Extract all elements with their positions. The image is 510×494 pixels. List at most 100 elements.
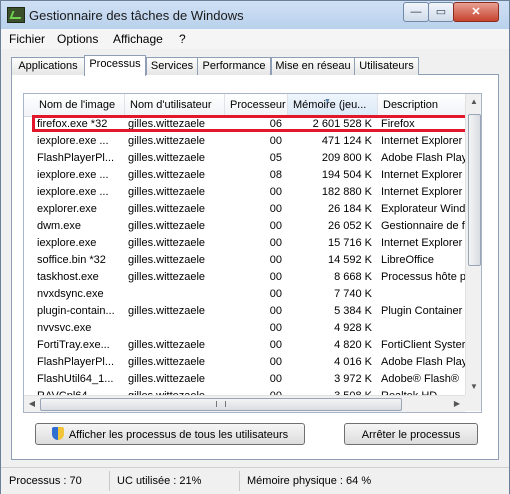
title-bar[interactable]: Gestionnaire des tâches de Windows — ▭ ✕	[1, 1, 509, 30]
cell-memory: 182 880 K	[321, 186, 372, 198]
cell-image-name: FlashUtil64_1...	[37, 373, 114, 385]
process-row[interactable]: nvxdsync.exe 00 7 740 K	[24, 286, 465, 303]
cell-user-name: gilles.wittezaele	[128, 356, 206, 368]
cell-cpu: 00	[269, 237, 282, 249]
cell-description: Internet Explorer	[381, 186, 463, 198]
status-separator	[109, 471, 110, 491]
cell-cpu: 00	[269, 186, 282, 198]
vertical-scrollbar[interactable]: ▲ ▼	[465, 94, 481, 395]
maximize-button[interactable]: ▭	[428, 2, 454, 22]
cell-user-name: gilles.wittezaele	[128, 169, 206, 181]
process-row[interactable]: nvvsvc.exe 00 4 928 K	[24, 320, 465, 337]
uac-shield-icon	[51, 427, 64, 440]
cell-memory: 194 504 K	[321, 169, 372, 181]
scroll-up-icon[interactable]: ▲	[466, 97, 481, 106]
cell-cpu: 00	[269, 288, 282, 300]
process-row[interactable]: iexplore.exe ... gilles.wittezaele 00 182 8…	[24, 184, 465, 201]
cell-user-name: gilles.wittezaele	[128, 254, 206, 266]
cell-memory: 209 800 K	[321, 152, 372, 164]
process-row[interactable]: FlashPlayerPl... gilles.wittezaele 00 4 016…	[24, 354, 465, 371]
process-list[interactable]: Nom de l'image Nom d'utilisateur Process…	[23, 93, 482, 413]
menu-affichage[interactable]: Affichage	[113, 32, 163, 46]
cell-description: Adobe® Flash®	[381, 373, 459, 385]
minimize-icon: —	[410, 6, 422, 18]
menu-options[interactable]: Options	[57, 32, 98, 46]
cell-image-name: FlashPlayerPl...	[37, 152, 115, 164]
scroll-left-icon[interactable]: ◀	[24, 399, 40, 408]
cell-memory: 14 592 K	[327, 254, 372, 266]
sort-arrow-icon: ▼	[324, 98, 331, 105]
cell-memory: 4 016 K	[334, 356, 372, 368]
cell-image-name: iexplore.exe ...	[37, 186, 109, 198]
tab-network[interactable]: Mise en réseau	[271, 57, 355, 75]
cell-user-name: gilles.wittezaele	[128, 373, 206, 385]
cell-user-name: gilles.wittezaele	[128, 152, 206, 164]
show-all-processes-button[interactable]: Afficher les processus de tous les utili…	[35, 423, 305, 445]
cell-cpu: 00	[269, 339, 282, 351]
process-row[interactable]: taskhost.exe gilles.wittezaele 00 8 668 K Pr…	[24, 269, 465, 286]
cell-image-name: dwm.exe	[37, 220, 82, 232]
minimize-button[interactable]: —	[403, 2, 429, 22]
process-row[interactable]: dwm.exe gilles.wittezaele 00 26 052 K Gestio…	[24, 218, 465, 235]
process-row[interactable]: plugin-contain... gilles.wittezaele 00 5 38…	[24, 303, 465, 320]
end-process-button[interactable]: Arrêter le processus	[344, 423, 478, 445]
tab-processus[interactable]: Processus	[84, 55, 146, 76]
process-row[interactable]: explorer.exe gilles.wittezaele 00 26 184 K E…	[24, 201, 465, 218]
process-row[interactable]: soffice.bin *32 gilles.wittezaele 00 14 592…	[24, 252, 465, 269]
menu-fichier[interactable]: Fichier	[9, 32, 45, 46]
column-memory[interactable]: ▼ Mémoire (jeu...	[288, 94, 378, 116]
menu-bar: Fichier Options Affichage ?	[1, 29, 509, 49]
tab-services[interactable]: Services	[146, 57, 198, 75]
cell-description: Internet Explorer	[381, 135, 463, 147]
horizontal-scrollbar[interactable]: ◀ ▶	[24, 395, 465, 412]
process-row[interactable]: FlashUtil64_1... gilles.wittezaele 00 3 972…	[24, 371, 465, 388]
column-user-name[interactable]: Nom d'utilisateur	[125, 94, 225, 116]
maximize-icon: ▭	[435, 6, 447, 18]
cell-memory: 3 972 K	[334, 373, 372, 385]
column-cpu[interactable]: Processeur	[225, 94, 288, 116]
cell-image-name: plugin-contain...	[37, 305, 115, 317]
window-title: Gestionnaire des tâches de Windows	[29, 8, 244, 23]
cell-memory: 15 716 K	[327, 237, 372, 249]
process-row[interactable]: iexplore.exe ... gilles.wittezaele 08 194 5…	[24, 167, 465, 184]
cell-description: Processus hôte p	[381, 271, 465, 283]
show-all-processes-label: Afficher les processus de tous les utili…	[68, 429, 289, 441]
cell-cpu: 08	[269, 169, 282, 181]
close-button[interactable]: ✕	[453, 2, 499, 22]
scroll-corner	[465, 395, 481, 411]
cell-description: Adobe Flash Playe	[381, 152, 465, 164]
cell-cpu: 00	[269, 271, 282, 283]
process-row[interactable]: iexplore.exe gilles.wittezaele 00 15 716 K I…	[24, 235, 465, 252]
scroll-down-icon[interactable]: ▼	[466, 382, 481, 391]
cell-cpu: 00	[269, 220, 282, 232]
cell-description: Plugin Container	[381, 305, 463, 317]
process-row[interactable]: iexplore.exe ... gilles.wittezaele 00 471 1…	[24, 133, 465, 150]
column-image-name[interactable]: Nom de l'image	[34, 94, 125, 116]
vertical-scroll-thumb[interactable]	[468, 114, 481, 266]
scroll-right-icon[interactable]: ▶	[449, 399, 465, 408]
cell-cpu: 00	[269, 322, 282, 334]
cell-memory: 26 184 K	[327, 203, 372, 215]
cell-image-name: explorer.exe	[37, 203, 97, 215]
column-description[interactable]: Description	[378, 94, 465, 116]
tab-applications[interactable]: Applications	[11, 57, 85, 75]
cell-image-name: iexplore.exe ...	[37, 169, 109, 181]
process-row[interactable]: FortiTray.exe... gilles.wittezaele 00 4 820…	[24, 337, 465, 354]
horizontal-scroll-thumb[interactable]	[40, 398, 402, 411]
menu-help[interactable]: ?	[179, 32, 186, 46]
cell-user-name: gilles.wittezaele	[128, 186, 206, 198]
cell-image-name: iexplore.exe ...	[37, 135, 109, 147]
status-memory: Mémoire physique : 64 %	[247, 475, 372, 487]
cell-image-name: taskhost.exe	[37, 271, 99, 283]
cell-description: Adobe Flash Playe	[381, 356, 465, 368]
tab-performance[interactable]: Performance	[197, 57, 271, 75]
cell-description: Internet Explorer	[381, 237, 463, 249]
status-bar: Processus : 70 UC utilisée : 21% Mémoire…	[1, 467, 509, 494]
cell-memory: 471 124 K	[321, 135, 372, 147]
cell-image-name: soffice.bin *32	[37, 254, 106, 266]
tab-users[interactable]: Utilisateurs	[354, 57, 419, 75]
cell-image-name: FortiTray.exe...	[37, 339, 110, 351]
cell-description: Internet Explorer	[381, 169, 463, 181]
process-row[interactable]: FlashPlayerPl... gilles.wittezaele 05 209 8…	[24, 150, 465, 167]
cell-description: FortiClient Syster	[381, 339, 465, 351]
